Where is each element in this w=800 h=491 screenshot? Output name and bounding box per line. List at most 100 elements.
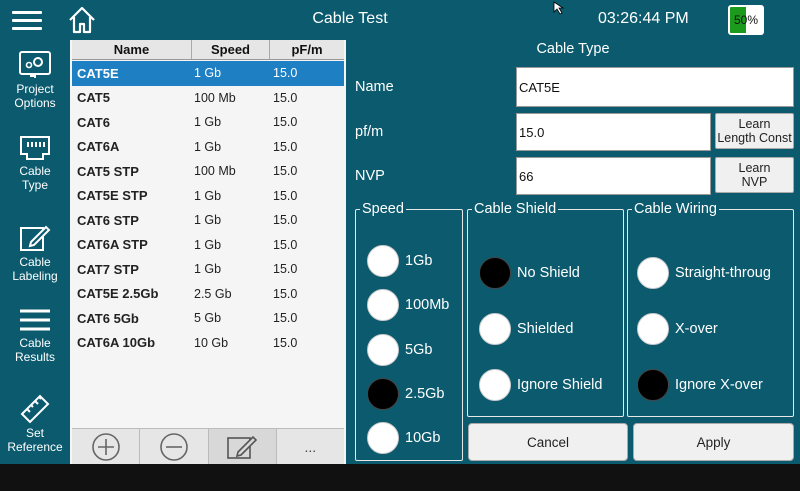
sidebar-item-set-reference[interactable]: Set Reference bbox=[0, 392, 70, 454]
pfm-label: pf/m bbox=[355, 124, 384, 140]
cell-speed: 1 Gb bbox=[194, 115, 222, 130]
cell-name: CAT5 STP bbox=[77, 163, 139, 179]
wiring-option[interactable]: X-over bbox=[637, 313, 718, 345]
sidebar-item-label: Cable Type bbox=[19, 164, 51, 192]
cell-pfm: 15.0 bbox=[273, 188, 298, 203]
speed-legend: Speed bbox=[362, 201, 404, 217]
sidebar-item-label: Cable Labeling bbox=[12, 255, 58, 283]
ethernet-port-icon bbox=[20, 136, 50, 160]
table-row[interactable]: CAT6 STP 1 Gb 15.0 bbox=[72, 208, 344, 233]
radio-label: 10Gb bbox=[405, 430, 441, 446]
speed-option[interactable]: 2.5Gb bbox=[367, 378, 445, 410]
radio-button[interactable] bbox=[479, 257, 511, 289]
radio-button[interactable] bbox=[637, 369, 669, 401]
table-body: CAT5E 1 Gb 15.0 CAT5 100 Mb 15.0 CAT6 1 Gb 15.0 C… bbox=[72, 61, 344, 355]
cell-pfm: 15.0 bbox=[273, 286, 298, 301]
table-header: Name Speed pF/m bbox=[72, 40, 344, 60]
cancel-button[interactable]: Cancel bbox=[468, 423, 628, 461]
shield-option[interactable]: Ignore Shield bbox=[479, 369, 602, 401]
cell-name: CAT6 5Gb bbox=[77, 310, 139, 326]
radio-button[interactable] bbox=[367, 422, 399, 454]
table-row[interactable]: CAT5E 1 Gb 15.0 bbox=[72, 61, 344, 86]
radio-button[interactable] bbox=[479, 313, 511, 345]
radio-button[interactable] bbox=[367, 289, 399, 321]
window-title: Cable Test bbox=[312, 10, 388, 27]
speed-option[interactable]: 1Gb bbox=[367, 245, 432, 277]
speed-option[interactable]: 5Gb bbox=[367, 334, 432, 366]
pfm-field[interactable] bbox=[516, 113, 711, 151]
radio-button[interactable] bbox=[637, 257, 669, 289]
cable-shield-group: Cable Shield No Shield Shielded Ignore Shi… bbox=[467, 201, 624, 417]
cell-pfm: 15.0 bbox=[273, 90, 298, 105]
table-row[interactable]: CAT5E 2.5Gb 2.5 Gb 15.0 bbox=[72, 282, 344, 307]
shield-option[interactable]: No Shield bbox=[479, 257, 580, 289]
radio-button[interactable] bbox=[367, 378, 399, 410]
sidebar-item-cable-results[interactable]: Cable Results bbox=[0, 306, 70, 364]
wiring-option[interactable]: Ignore X-over bbox=[637, 369, 763, 401]
cell-pfm: 15.0 bbox=[273, 213, 298, 228]
clock: 03:26:44 PM bbox=[598, 10, 689, 27]
sidebar-item-project-options[interactable]: Project Options bbox=[0, 50, 70, 110]
nvp-label: NVP bbox=[355, 168, 385, 184]
speed-option[interactable]: 10Gb bbox=[367, 422, 440, 454]
nvp-field[interactable] bbox=[516, 157, 711, 195]
wiring-option[interactable]: Straight-throug bbox=[637, 257, 771, 289]
cell-name: CAT6 STP bbox=[77, 212, 139, 228]
radio-label: Ignore X-over bbox=[675, 377, 763, 393]
cell-name: CAT5E bbox=[77, 65, 119, 81]
cell-name: CAT5E STP bbox=[77, 188, 148, 204]
cell-speed: 2.5 Gb bbox=[194, 286, 232, 301]
remove-button[interactable] bbox=[140, 429, 209, 464]
plus-circle-icon bbox=[91, 432, 120, 461]
edit-button[interactable] bbox=[208, 429, 277, 464]
speed-option[interactable]: 100Mb bbox=[367, 289, 449, 321]
add-button[interactable] bbox=[72, 429, 141, 464]
mouse-cursor-icon bbox=[553, 1, 565, 20]
learn-length-const-button[interactable]: Learn Length Const bbox=[715, 113, 794, 149]
column-header-pfm[interactable]: pF/m bbox=[270, 40, 344, 59]
gear-network-icon bbox=[19, 51, 51, 78]
cable-wiring-group: Cable Wiring Straight-throug X-over Ignore… bbox=[627, 201, 794, 417]
sidebar-item-cable-type[interactable]: Cable Type bbox=[0, 134, 70, 192]
table-row[interactable]: CAT6A 1 Gb 15.0 bbox=[72, 135, 344, 160]
radio-label: 1Gb bbox=[405, 253, 433, 269]
ruler-icon bbox=[20, 394, 50, 424]
apply-button[interactable]: Apply bbox=[633, 423, 794, 461]
radio-button[interactable] bbox=[637, 313, 669, 345]
radio-button[interactable] bbox=[367, 245, 399, 277]
sidebar-item-label: Project Options bbox=[14, 82, 56, 110]
more-button[interactable]: ... bbox=[277, 429, 344, 464]
radio-button[interactable] bbox=[367, 334, 399, 366]
cable-wiring-legend: Cable Wiring bbox=[634, 201, 717, 217]
table-row[interactable]: CAT6 1 Gb 15.0 bbox=[72, 110, 344, 135]
cable-type-editor: Cable Type Name pf/m Learn Length Const … bbox=[346, 40, 800, 464]
radio-label: No Shield bbox=[517, 265, 580, 281]
radio-label: 100Mb bbox=[405, 297, 450, 313]
cell-speed: 1 Gb bbox=[194, 237, 222, 252]
radio-button[interactable] bbox=[479, 369, 511, 401]
cell-speed: 1 Gb bbox=[194, 66, 222, 81]
cell-name: CAT5E 2.5Gb bbox=[77, 286, 159, 302]
speed-group: Speed 1Gb 100Mb 5Gb 2.5Gb 10Gb bbox=[355, 201, 463, 461]
name-field[interactable] bbox=[516, 67, 794, 107]
learn-nvp-button[interactable]: Learn NVP bbox=[715, 157, 794, 193]
cell-name: CAT6A bbox=[77, 139, 120, 155]
cell-pfm: 15.0 bbox=[273, 164, 298, 179]
table-row[interactable]: CAT5E STP 1 Gb 15.0 bbox=[72, 184, 344, 209]
column-header-name[interactable]: Name bbox=[72, 40, 192, 59]
shield-option[interactable]: Shielded bbox=[479, 313, 573, 345]
battery-percent: 50% bbox=[733, 13, 759, 27]
table-row[interactable]: CAT7 STP 1 Gb 15.0 bbox=[72, 257, 344, 282]
table-row[interactable]: CAT5 STP 100 Mb 15.0 bbox=[72, 159, 344, 184]
table-row[interactable]: CAT5 100 Mb 15.0 bbox=[72, 86, 344, 111]
table-row[interactable]: CAT6 5Gb 5 Gb 15.0 bbox=[72, 306, 344, 331]
table-row[interactable]: CAT6A STP 1 Gb 15.0 bbox=[72, 233, 344, 258]
pencil-edit-icon bbox=[20, 225, 51, 251]
table-toolbar: ... bbox=[72, 428, 344, 464]
column-header-speed[interactable]: Speed bbox=[192, 40, 270, 59]
radio-label: 5Gb bbox=[405, 342, 433, 358]
table-row[interactable]: CAT6A 10Gb 10 Gb 15.0 bbox=[72, 331, 344, 356]
sidebar-item-cable-labeling[interactable]: Cable Labeling bbox=[0, 223, 70, 283]
cell-speed: 10 Gb bbox=[194, 335, 229, 350]
cell-speed: 5 Gb bbox=[194, 311, 222, 326]
